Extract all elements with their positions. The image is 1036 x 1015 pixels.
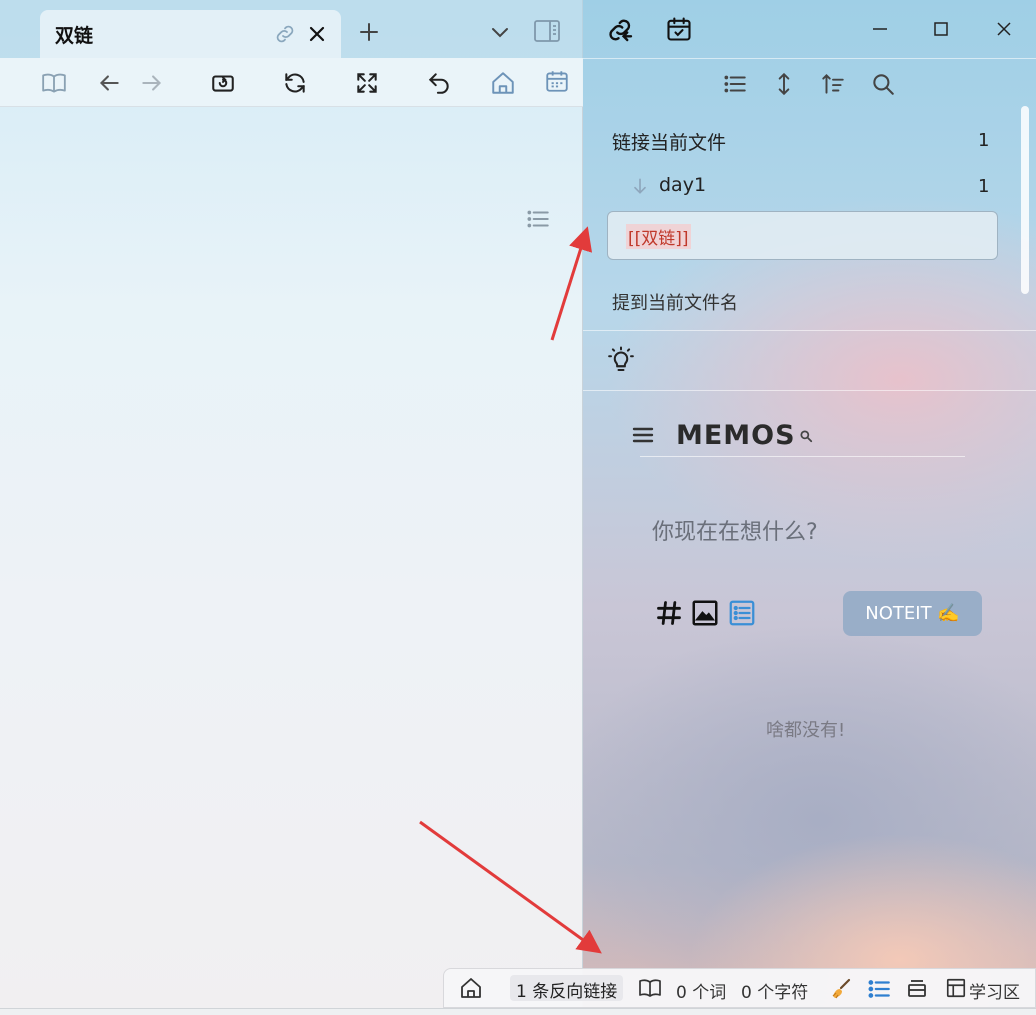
collapse-results-icon[interactable]	[722, 71, 748, 97]
editor-toolbar	[0, 58, 583, 107]
home-icon[interactable]	[459, 976, 483, 1000]
divider	[583, 390, 1036, 391]
tag-icon[interactable]	[655, 599, 683, 627]
unlinked-mentions-header[interactable]: 提到当前文件名	[612, 289, 738, 315]
tab-active[interactable]: 双链	[40, 10, 341, 58]
word-count: 0 个词	[676, 983, 727, 1003]
tab-bar: 双链	[0, 0, 583, 58]
reading-view-icon[interactable]	[41, 70, 67, 96]
outline-icon[interactable]	[866, 976, 892, 1002]
backlink-count[interactable]: 1 条反向链接	[510, 975, 624, 1002]
sync-icon[interactable]	[282, 70, 308, 96]
reading-view-icon[interactable]	[638, 976, 662, 1000]
window-bottom-edge	[0, 1008, 1036, 1015]
menu-icon[interactable]	[631, 424, 655, 446]
home-icon[interactable]	[490, 70, 516, 96]
undo-icon[interactable]	[426, 70, 452, 96]
search-icon[interactable]	[870, 71, 896, 97]
toggle-sidebar-icon[interactable]	[533, 18, 561, 44]
refresh-view-icon[interactable]	[210, 70, 236, 96]
linked-mentions-header[interactable]: 链接当前文件	[612, 128, 726, 155]
expand-icon[interactable]	[771, 71, 797, 97]
backlink-file-name[interactable]: day1	[659, 174, 706, 196]
status-bar: 1 条反向链接 0 个词 0 个字符 学习区	[443, 968, 1036, 1008]
new-tab-icon[interactable]	[357, 20, 381, 44]
image-icon[interactable]	[690, 598, 720, 628]
minimize-icon[interactable]	[869, 18, 891, 40]
memos-header-divider	[640, 456, 965, 457]
scrollbar[interactable]	[1021, 106, 1029, 294]
layout-icon[interactable]	[945, 977, 967, 999]
arrow-down-icon[interactable]	[630, 176, 650, 196]
calendar-check-icon[interactable]	[665, 15, 693, 43]
sort-icon[interactable]	[820, 71, 846, 97]
fullscreen-icon[interactable]	[354, 70, 380, 96]
memo-input[interactable]: 你现在在想什么?	[652, 514, 818, 546]
workspace-name[interactable]: 学习区	[969, 978, 1020, 1003]
memos-empty-text: 啥都没有!	[766, 720, 846, 741]
calendar-icon[interactable]	[544, 68, 570, 94]
backlink-pane-icon[interactable]	[606, 15, 636, 45]
noteit-button[interactable]: NOTEIT ✍️	[843, 591, 982, 636]
backlink-file-count: 1	[978, 176, 990, 197]
match-text: [[双链]]	[626, 224, 691, 249]
close-tab-icon[interactable]	[305, 22, 329, 46]
lightbulb-icon[interactable]	[606, 345, 636, 375]
maximize-icon[interactable]	[930, 18, 952, 40]
tab-title: 双链	[55, 25, 94, 47]
back-arrow-icon[interactable]	[96, 70, 122, 96]
broom-icon[interactable]	[829, 977, 853, 1001]
memos-title: MEMOS	[676, 420, 796, 451]
linked-mentions-count: 1	[978, 130, 990, 151]
editor-pane: 双链	[0, 0, 583, 1015]
backlink-match-card[interactable]: [[双链]]	[607, 211, 998, 260]
task-list-icon[interactable]	[727, 598, 757, 628]
memos-search-icon[interactable]	[799, 429, 813, 443]
char-count: 0 个字符	[741, 983, 809, 1003]
outline-list-icon[interactable]	[525, 206, 551, 232]
forward-arrow-icon[interactable]	[139, 70, 165, 96]
divider	[583, 58, 1036, 59]
close-window-icon[interactable]	[993, 18, 1015, 40]
stack-icon[interactable]	[905, 976, 929, 1000]
divider	[583, 330, 1036, 331]
noteit-label: NOTEIT ✍️	[865, 603, 960, 624]
chevron-down-icon[interactable]	[488, 20, 512, 44]
link-icon	[273, 22, 297, 46]
